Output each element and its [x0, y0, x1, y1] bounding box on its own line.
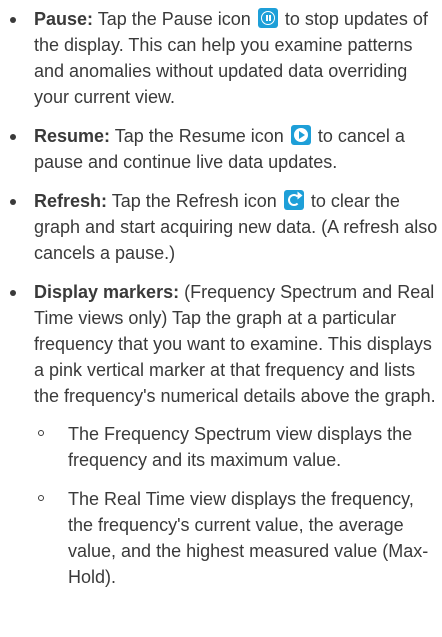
bullet: [10, 17, 16, 23]
pause-icon: [257, 8, 278, 28]
list-item-display-markers: Display markers: (Frequency Spectrum and…: [0, 279, 442, 590]
term-pause: Pause:: [34, 9, 94, 29]
bullet: [10, 199, 16, 205]
term-refresh: Refresh:: [34, 191, 108, 211]
sublist-item-frequency-spectrum: The Frequency Spectrum view displays the…: [34, 421, 438, 473]
term-display-markers: Display markers:: [34, 282, 180, 302]
text-resume-before: Tap the Resume icon: [110, 126, 289, 146]
bullet: [10, 134, 16, 140]
sub-bullet: [38, 495, 44, 501]
document-body: Pause: Tap the Pause icon to stop update…: [0, 0, 442, 590]
display-markers-sublist: The Frequency Spectrum view displays the…: [34, 421, 438, 590]
list-item-refresh: Refresh: Tap the Refresh icon to clear t…: [0, 188, 442, 266]
feature-list: Pause: Tap the Pause icon to stop update…: [0, 6, 442, 590]
refresh-icon: [283, 190, 304, 210]
text-refresh-before: Tap the Refresh icon: [107, 191, 282, 211]
bullet: [10, 290, 16, 296]
sub-bullet: [38, 430, 44, 436]
term-resume: Resume:: [34, 126, 111, 146]
sub-text-frequency-spectrum: The Frequency Spectrum view displays the…: [68, 424, 413, 470]
text-pause-before: Tap the Pause icon: [93, 9, 256, 29]
sublist-item-real-time: The Real Time view displays the frequenc…: [34, 486, 438, 590]
list-item-pause: Pause: Tap the Pause icon to stop update…: [0, 6, 442, 110]
list-item-resume: Resume: Tap the Resume icon to cancel a …: [0, 123, 442, 175]
resume-icon: [290, 125, 311, 145]
sub-text-real-time: The Real Time view displays the frequenc…: [68, 489, 429, 587]
